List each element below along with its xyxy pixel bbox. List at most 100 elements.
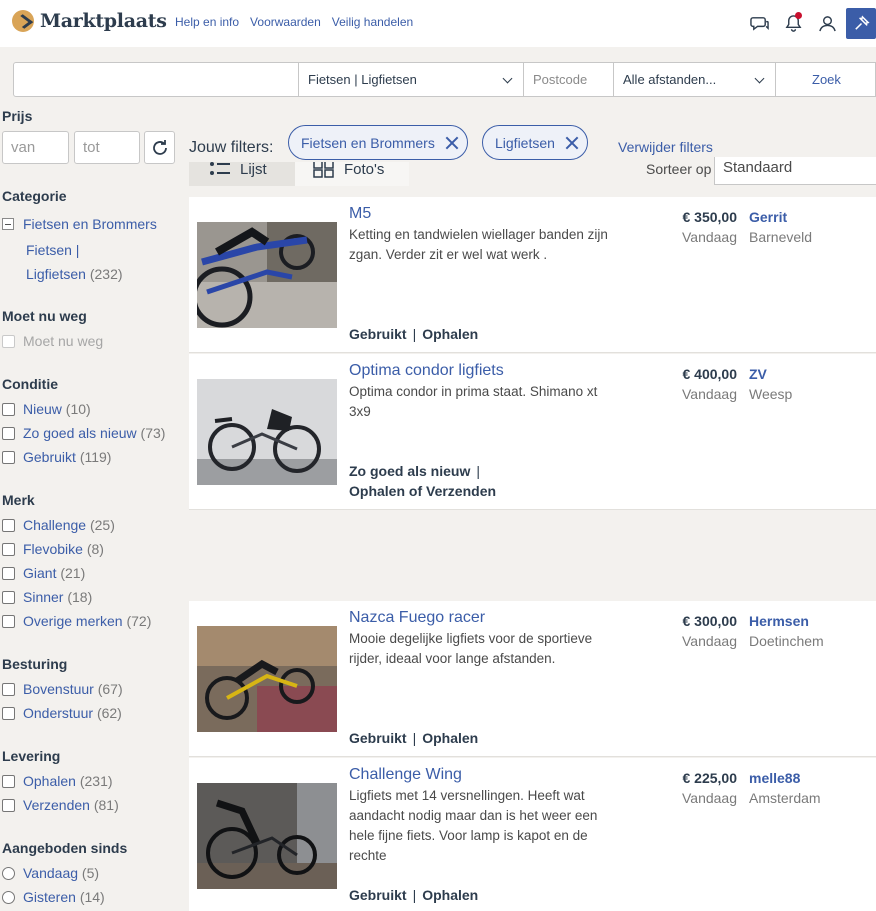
listing-title[interactable]: Challenge Wing [349, 766, 462, 784]
listing-price: € 225,00 [682, 770, 738, 786]
listing-item[interactable]: Optima condor ligfiets Optima condor in … [189, 354, 876, 510]
price-to-input[interactable]: tot [74, 131, 140, 164]
listing-delivery: Ophalen [422, 730, 479, 746]
aangeboden-sinds-heading: Aangeboden sinds [2, 840, 128, 856]
category-select[interactable]: Fietsen | Ligfietsen [298, 62, 524, 97]
checkbox[interactable] [2, 706, 15, 720]
listing-title[interactable]: M5 [349, 205, 371, 223]
list-icon [210, 162, 230, 175]
listing-seller[interactable]: melle88 [749, 770, 800, 786]
close-icon[interactable] [445, 136, 459, 150]
listing-seller[interactable]: Hermsen [749, 613, 809, 629]
listing-description: Optima condor in prima staat. Shimano xt… [349, 384, 598, 419]
conditie-gebruikt[interactable]: Gebruikt (119) [2, 449, 111, 465]
merk-sinner[interactable]: Sinner (18) [2, 589, 92, 605]
listing-item[interactable]: Challenge Wing Ligfiets met 14 versnelli… [189, 758, 876, 911]
checkbox[interactable] [2, 426, 15, 440]
option-count: (14) [79, 889, 105, 905]
option-count: (8) [86, 541, 104, 557]
remove-filters-link[interactable]: Verwijder filters [618, 139, 713, 155]
top-header: Marktplaats Help en info Voorwaarden Vei… [0, 0, 876, 47]
option-label: Nieuw [23, 401, 62, 417]
checkbox[interactable] [2, 566, 15, 580]
listing-photo[interactable] [197, 379, 337, 485]
listing-item[interactable]: M5 Ketting en tandwielen wiellager bande… [189, 197, 876, 353]
messages-icon[interactable] [742, 6, 776, 40]
checkbox[interactable] [2, 402, 15, 416]
listing-seller[interactable]: ZV [749, 366, 767, 382]
listing-attributes: Gebruikt | Ophalen [349, 887, 479, 903]
category-select-value: Fietsen | Ligfietsen [308, 72, 417, 87]
voorwaarden-link[interactable]: Voorwaarden [250, 15, 321, 29]
checkbox[interactable] [2, 334, 15, 348]
besturing-onderstuur[interactable]: Onderstuur (62) [2, 705, 122, 721]
sort-select[interactable]: Standaard [714, 157, 876, 185]
category-child-link-line1[interactable]: Fietsen | [26, 242, 79, 258]
category-heading: Categorie [2, 188, 67, 204]
checkbox[interactable] [2, 774, 15, 788]
notifications-bell-icon[interactable] [776, 6, 810, 40]
filter-chip-fietsen-en-brommers[interactable]: Fietsen en Brommers [288, 125, 468, 160]
postcode-input[interactable]: Postcode [523, 62, 614, 97]
besturing-bovenstuur[interactable]: Bovenstuur (67) [2, 681, 123, 697]
checkbox[interactable] [2, 518, 15, 532]
levering-ophalen[interactable]: Ophalen (231) [2, 773, 113, 789]
option-label: Sinner [23, 589, 64, 605]
listing-photo[interactable] [197, 222, 337, 328]
listing-title[interactable]: Optima condor ligfiets [349, 362, 504, 380]
listing-item[interactable]: Nazca Fuego racer Mooie degelijke ligfie… [189, 601, 876, 757]
category-parent-link[interactable]: Fietsen en Brommers [23, 216, 157, 232]
listing-photo[interactable] [197, 626, 337, 732]
listing-description: Mooie degelijke ligfiets voor de sportie… [349, 631, 593, 666]
view-photos-button[interactable]: Foto's [295, 162, 409, 186]
radio[interactable] [2, 890, 15, 904]
help-link[interactable]: Help en info [175, 15, 239, 29]
chip-label: Ligfietsen [495, 134, 555, 151]
levering-verzenden[interactable]: Verzenden (81) [2, 797, 119, 813]
listing-title[interactable]: Nazca Fuego racer [349, 609, 485, 627]
search-button[interactable]: Zoek [776, 62, 876, 97]
user-icon[interactable] [810, 6, 844, 40]
place-ad-icon[interactable] [846, 7, 876, 39]
sort-select-value: Standaard [723, 159, 793, 176]
option-label: Gebruikt [23, 449, 76, 465]
sinds-gisteren[interactable]: Gisteren (14) [2, 889, 105, 905]
merk-flevobike[interactable]: Flevobike (8) [2, 541, 104, 557]
checkbox[interactable] [2, 590, 15, 604]
checkbox[interactable] [2, 614, 15, 628]
merk-giant[interactable]: Giant (21) [2, 565, 85, 581]
price-from-input[interactable]: van [2, 131, 69, 164]
view-list-button[interactable]: Lijst [189, 162, 295, 186]
option-count: (72) [126, 613, 152, 629]
marktplaats-logo[interactable]: Marktplaats [12, 10, 167, 32]
merk-overige[interactable]: Overige merken (72) [2, 613, 151, 629]
moet-nu-weg-heading: Moet nu weg [2, 308, 87, 324]
veilig-handelen-link[interactable]: Veilig handelen [332, 15, 413, 29]
collapse-category-icon[interactable] [2, 218, 14, 230]
distance-select[interactable]: Alle afstanden... [613, 62, 776, 97]
price-refresh-button[interactable] [144, 131, 175, 164]
sinds-vandaag[interactable]: Vandaag (5) [2, 865, 99, 881]
checkbox[interactable] [2, 450, 15, 464]
search-bar: Fietsen | Ligfietsen Postcode Alle afsta… [0, 47, 876, 111]
listing-delivery: Ophalen of Verzenden [349, 483, 497, 499]
listing-photo[interactable] [197, 783, 337, 889]
radio[interactable] [2, 866, 15, 880]
merk-challenge[interactable]: Challenge (25) [2, 517, 115, 533]
conditie-nieuw[interactable]: Nieuw (10) [2, 401, 91, 417]
checkbox[interactable] [2, 798, 15, 812]
search-input[interactable] [13, 62, 299, 97]
listing-condition: Gebruikt [349, 887, 407, 903]
active-filters-label: Jouw filters: [189, 139, 274, 156]
conditie-zo-goed-als-nieuw[interactable]: Zo goed als nieuw (73) [2, 425, 165, 441]
filter-chip-ligfietsen[interactable]: Ligfietsen [482, 125, 588, 160]
close-icon[interactable] [565, 136, 579, 150]
chevron-down-icon [754, 73, 765, 84]
checkbox[interactable] [2, 682, 15, 696]
listing-seller[interactable]: Gerrit [749, 209, 787, 225]
moet-nu-weg-checkbox[interactable]: Moet nu weg [2, 333, 103, 349]
category-child-link-line2[interactable]: Ligfietsen (232) [26, 266, 123, 282]
sort-label: Sorteer op [646, 161, 712, 177]
listing-description: Ligfiets met 14 versnellingen. Heeft wat… [349, 788, 598, 863]
checkbox[interactable] [2, 542, 15, 556]
